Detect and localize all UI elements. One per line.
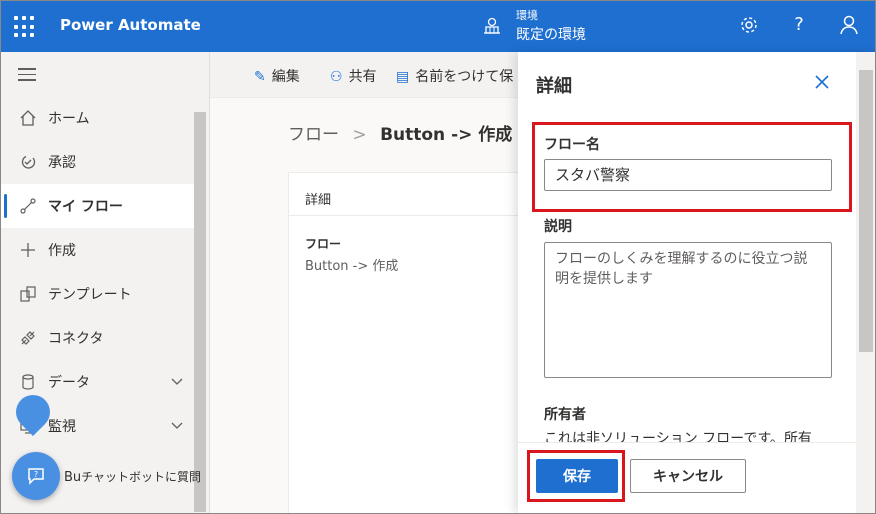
sidebar-item-connectors[interactable]: コネクタ	[0, 316, 194, 360]
divider	[289, 215, 521, 216]
owner-label: 所有者	[544, 407, 586, 423]
app-title[interactable]: Power Automate	[60, 16, 201, 34]
breadcrumb-root[interactable]: フロー	[288, 125, 339, 145]
flow-key: フロー	[305, 237, 342, 251]
description-label: 説明	[544, 219, 572, 235]
close-icon[interactable]	[814, 74, 830, 90]
chatbot-button[interactable]: ?	[12, 452, 60, 500]
svg-text:?: ?	[34, 470, 38, 479]
edit-icon: ✎	[254, 69, 266, 85]
share-label: 共有	[348, 69, 377, 85]
chatbot-label[interactable]: Buチャットボットに質問	[64, 468, 201, 485]
breadcrumb-separator: >	[352, 125, 367, 145]
sidebar-item-label: マイ フロー	[48, 199, 123, 215]
sidebar-item-label: データ	[48, 375, 90, 391]
save-as-icon: ▤	[396, 69, 410, 85]
connector-icon	[21, 331, 35, 345]
highlight-box-flow-name	[532, 122, 852, 212]
command-bar: ✎ 編集 ⚇ 共有 ▤ 名前をつけて保	[210, 52, 520, 98]
description-textarea[interactable]: フローのしくみを理解するのに役立つ説明を提供します	[544, 242, 832, 378]
edit-button[interactable]: ✎ 編集	[254, 66, 300, 86]
flow-icon	[20, 198, 36, 214]
chat-question-icon: ?	[28, 468, 44, 485]
save-as-label: 名前をつけて保	[415, 69, 514, 85]
sidebar-item-create[interactable]: 作成	[0, 228, 194, 272]
hamburger-menu-icon[interactable]	[18, 68, 36, 85]
environment-selector[interactable]: 既定の環境	[516, 24, 586, 44]
chatbot-label-prefix: Bu	[64, 470, 82, 485]
cancel-button[interactable]: キャンセル	[630, 459, 746, 493]
sidebar-item-home[interactable]: ホーム	[0, 96, 194, 140]
chatbot-label-text: チャットボットに質問	[81, 470, 202, 484]
save-as-button[interactable]: ▤ 名前をつけて保	[396, 66, 513, 86]
share-button[interactable]: ⚇ 共有	[330, 66, 377, 86]
sidebar-item-label: コネクタ	[48, 331, 104, 347]
panel-title: 詳細	[536, 76, 572, 97]
edit-label: 編集	[271, 69, 300, 85]
chevron-down-icon[interactable]	[170, 374, 184, 388]
sidebar-item-my-flows[interactable]: マイ フロー	[0, 184, 194, 228]
share-icon: ⚇	[330, 69, 343, 85]
help-icon[interactable]: ?	[788, 14, 810, 36]
user-icon[interactable]	[838, 14, 860, 36]
breadcrumb: フロー > Button -> 作成	[288, 120, 512, 145]
highlight-box-save-button	[527, 450, 625, 502]
sidebar-item-label: 監視	[48, 419, 76, 435]
sidebar-item-label: テンプレート	[48, 287, 132, 303]
home-icon	[20, 110, 36, 126]
details-card: 詳細 フロー Button -> 作成	[288, 172, 521, 514]
gear-icon[interactable]	[738, 14, 760, 36]
database-icon	[22, 374, 34, 390]
details-card-header: 詳細	[305, 193, 332, 208]
environment-label: 環境	[516, 9, 538, 22]
approvals-icon	[21, 155, 36, 169]
breadcrumb-current: Button -> 作成	[380, 125, 513, 145]
sidebar-scrollbar[interactable]	[194, 112, 206, 512]
waffle-icon[interactable]	[14, 16, 36, 38]
main-content: ✎ 編集 ⚇ 共有 ▤ 名前をつけて保 フロー > Button -> 作成 詳細 フ…	[210, 52, 521, 514]
sidebar-item-approvals[interactable]: 承認	[0, 140, 194, 184]
plus-icon	[21, 243, 35, 257]
template-icon	[20, 286, 36, 302]
chevron-down-icon[interactable]	[170, 418, 184, 432]
sidebar-item-templates[interactable]: テンプレート	[0, 272, 194, 316]
flow-value: Button -> 作成	[305, 259, 399, 274]
sidebar-item-label: 承認	[48, 155, 76, 171]
owner-text: これは非ソリューション フローです。所有	[544, 431, 812, 442]
panel-scrollbar-thumb[interactable]	[859, 70, 873, 352]
sidebar: ホーム 承認 マイ フロー 作成 テンプレート コネクタ データ 監視	[0, 52, 210, 514]
environment-icon[interactable]	[482, 16, 502, 36]
top-bar: Power Automate 環境 既定の環境 ?	[0, 0, 876, 52]
sidebar-item-label: ホーム	[48, 111, 90, 127]
sidebar-item-label: 作成	[48, 243, 76, 259]
